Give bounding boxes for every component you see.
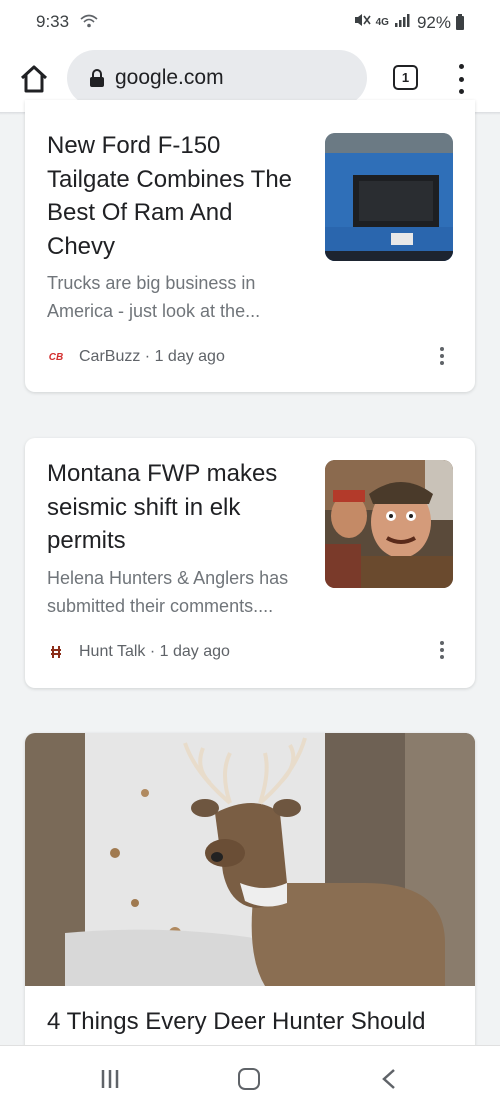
wifi-icon (80, 13, 98, 33)
news-card[interactable]: Montana FWP makes seismic shift in elk p… (25, 438, 475, 688)
article-thumbnail (325, 133, 453, 261)
status-bar: 9:33 4G 92% (0, 0, 500, 46)
url-text: google.com (115, 66, 224, 89)
status-time: 9:33 (36, 12, 70, 31)
article-image (25, 733, 475, 986)
source-logo: CB (48, 351, 64, 363)
article-headline: New Ford F-150 Tailgate Combines The Bes… (47, 132, 293, 260)
network-type: 4G (375, 16, 389, 28)
back-icon (382, 1069, 395, 1089)
lock-icon (90, 69, 104, 87)
mute-icon (353, 12, 371, 33)
tab-switcher-button[interactable]: 1 (393, 65, 418, 90)
system-home-button[interactable] (238, 1068, 260, 1090)
source-label: Hunt Talk · 1 day ago (79, 643, 230, 660)
browser-menu-button[interactable] (449, 64, 473, 94)
more-vert-icon (458, 64, 464, 69)
system-nav-bar (0, 1045, 500, 1112)
recents-icon (101, 1070, 119, 1088)
source-label: CarBuzz · 1 day ago (79, 348, 225, 365)
address-bar[interactable]: google.com (67, 50, 367, 106)
battery-percent: 92% (416, 12, 451, 32)
home-button[interactable] (18, 63, 50, 95)
more-options-button[interactable] (439, 641, 445, 659)
signal-icon (394, 12, 412, 33)
recents-button[interactable] (99, 1068, 121, 1090)
back-button[interactable] (380, 1067, 398, 1091)
battery-icon (456, 13, 464, 30)
article-headline: Montana FWP makes seismic shift in elk p… (47, 460, 278, 554)
article-snippet: Trucks are big business in America - jus… (47, 273, 261, 321)
article-headline: 4 Things Every Deer Hunter Should (47, 1008, 426, 1035)
news-card[interactable]: 4 Things Every Deer Hunter Should (25, 733, 475, 1063)
more-vert-icon (440, 641, 444, 645)
article-thumbnail (325, 460, 453, 588)
more-vert-icon (440, 347, 444, 351)
article-snippet: Helena Hunters & Anglers has submitted t… (47, 568, 289, 616)
home-icon (20, 65, 48, 93)
source-logo-icon (47, 643, 65, 661)
news-card[interactable]: New Ford F-150 Tailgate Combines The Bes… (25, 100, 475, 392)
more-options-button[interactable] (439, 347, 445, 365)
